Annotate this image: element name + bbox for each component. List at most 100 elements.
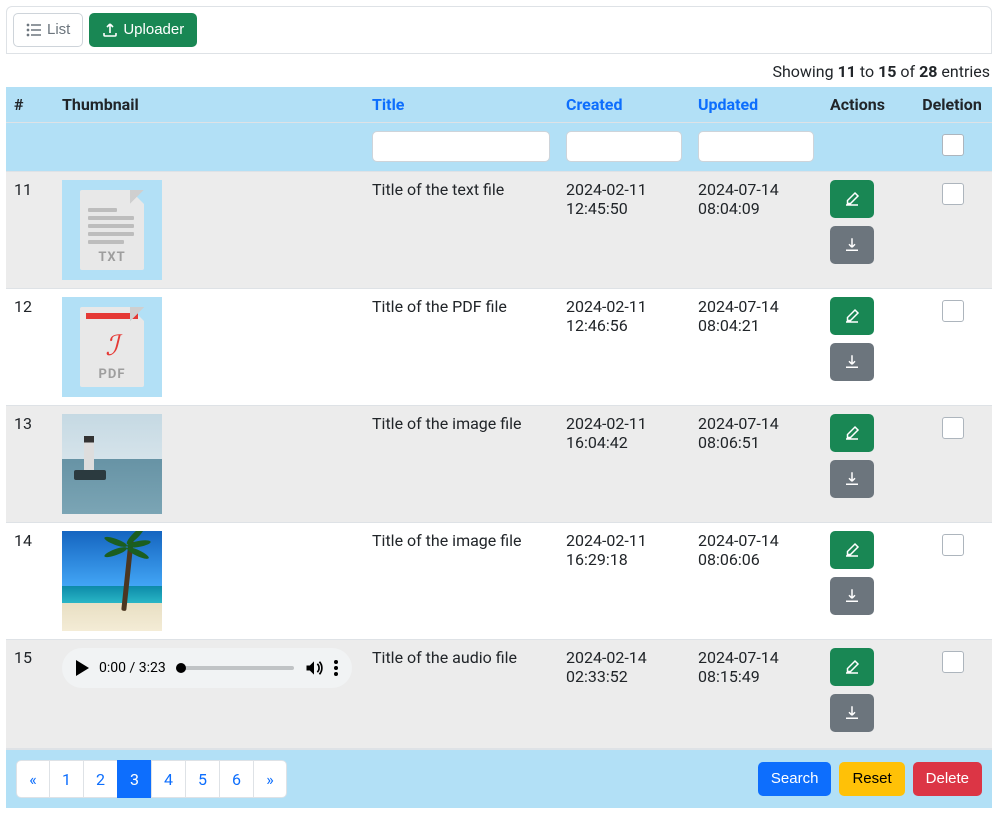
col-deletion: Deletion (912, 87, 992, 123)
col-thumbnail: Thumbnail (54, 87, 364, 123)
search-button[interactable]: Search (758, 762, 832, 796)
audio-track[interactable] (176, 666, 294, 670)
row-number: 14 (6, 523, 54, 640)
row-title: Title of the text file (364, 172, 558, 289)
audio-player[interactable]: 0:00 / 3:23 (62, 648, 352, 688)
row-created: 2024-02-14 02:33:52 (558, 640, 690, 749)
page-2[interactable]: 2 (83, 760, 118, 798)
col-title[interactable]: Title (364, 87, 558, 123)
filter-created-input[interactable] (566, 131, 682, 162)
file-ext-label: TXT (80, 250, 144, 265)
page-prev[interactable]: « (16, 760, 50, 798)
row-checkbox[interactable] (942, 534, 964, 556)
row-updated: 2024-07-14 08:15:49 (690, 640, 822, 749)
row-actions (822, 640, 912, 749)
entries-summary: Showing 11 to 15 of 28 entries (6, 54, 992, 87)
col-number: # (6, 87, 54, 123)
table-row: 12 ℐ PDF Title of the PDF file2024-02-11… (6, 289, 992, 406)
download-button[interactable] (830, 694, 874, 732)
row-updated: 2024-07-14 08:06:51 (690, 406, 822, 523)
more-icon[interactable] (334, 660, 338, 676)
list-view-button[interactable]: List (13, 13, 83, 47)
edit-button[interactable] (830, 648, 874, 686)
table-footer: «123456» Search Reset Delete (6, 749, 992, 808)
row-thumbnail: TXT (54, 172, 364, 289)
download-button[interactable] (830, 577, 874, 615)
uploader-button[interactable]: Uploader (89, 13, 197, 47)
play-icon[interactable] (76, 660, 89, 676)
page-4[interactable]: 4 (151, 760, 186, 798)
filter-title-input[interactable] (372, 131, 550, 162)
download-button[interactable] (830, 460, 874, 498)
edit-button[interactable] (830, 414, 874, 452)
page-next[interactable]: » (253, 760, 287, 798)
thumbnail-txt: TXT (62, 180, 162, 280)
table-row: 15 0:00 / 3:23 Title of the audio file20… (6, 640, 992, 749)
row-created: 2024-02-11 12:46:56 (558, 289, 690, 406)
page-6[interactable]: 6 (219, 760, 254, 798)
page-3[interactable]: 3 (117, 760, 152, 798)
thumbnail-image (62, 414, 162, 514)
row-deletion (912, 172, 992, 289)
col-created[interactable]: Created (558, 87, 690, 123)
row-thumbnail (54, 406, 364, 523)
row-actions (822, 406, 912, 523)
row-actions (822, 289, 912, 406)
row-actions (822, 523, 912, 640)
table-row: 14 Title of the image file2024-02-11 16:… (6, 523, 992, 640)
thumbnail-pdf: ℐ PDF (62, 297, 162, 397)
row-checkbox[interactable] (942, 300, 964, 322)
row-title: Title of the PDF file (364, 289, 558, 406)
thumbnail-image (62, 531, 162, 631)
row-updated: 2024-07-14 08:04:09 (690, 172, 822, 289)
volume-icon[interactable] (304, 658, 324, 678)
edit-button[interactable] (830, 180, 874, 218)
uploader-label: Uploader (123, 20, 184, 40)
row-created: 2024-02-11 16:04:42 (558, 406, 690, 523)
row-updated: 2024-07-14 08:04:21 (690, 289, 822, 406)
row-updated: 2024-07-14 08:06:06 (690, 523, 822, 640)
row-checkbox[interactable] (942, 417, 964, 439)
reset-button[interactable]: Reset (839, 762, 904, 796)
row-deletion (912, 406, 992, 523)
table-row: 13 Title of the image file2024-02-11 16:… (6, 406, 992, 523)
row-title: Title of the image file (364, 523, 558, 640)
select-all-checkbox[interactable] (942, 134, 964, 156)
row-title: Title of the image file (364, 406, 558, 523)
row-number: 11 (6, 172, 54, 289)
download-button[interactable] (830, 226, 874, 264)
row-number: 15 (6, 640, 54, 749)
table-row: 11 TXT Title of the text file2024-02-11 … (6, 172, 992, 289)
row-thumbnail (54, 523, 364, 640)
row-deletion (912, 640, 992, 749)
row-number: 13 (6, 406, 54, 523)
edit-button[interactable] (830, 531, 874, 569)
page-1[interactable]: 1 (49, 760, 84, 798)
pagination: «123456» (16, 760, 287, 798)
filter-updated-input[interactable] (698, 131, 814, 162)
row-created: 2024-02-11 12:45:50 (558, 172, 690, 289)
col-actions: Actions (822, 87, 912, 123)
edit-button[interactable] (830, 297, 874, 335)
row-checkbox[interactable] (942, 183, 964, 205)
row-actions (822, 172, 912, 289)
list-view-label: List (47, 20, 70, 40)
file-ext-label: PDF (80, 367, 144, 382)
page-5[interactable]: 5 (185, 760, 220, 798)
row-title: Title of the audio file (364, 640, 558, 749)
view-toolbar: List Uploader (6, 6, 992, 54)
audio-time: 0:00 / 3:23 (99, 660, 166, 676)
row-created: 2024-02-11 16:29:18 (558, 523, 690, 640)
row-deletion (912, 523, 992, 640)
files-table: # Thumbnail Title Created Updated Action… (6, 87, 992, 749)
row-checkbox[interactable] (942, 651, 964, 673)
row-thumbnail: 0:00 / 3:23 (54, 640, 364, 749)
download-button[interactable] (830, 343, 874, 381)
list-icon (26, 22, 42, 38)
row-deletion (912, 289, 992, 406)
delete-button[interactable]: Delete (913, 762, 982, 796)
row-thumbnail: ℐ PDF (54, 289, 364, 406)
row-number: 12 (6, 289, 54, 406)
upload-icon (102, 22, 118, 38)
col-updated[interactable]: Updated (690, 87, 822, 123)
